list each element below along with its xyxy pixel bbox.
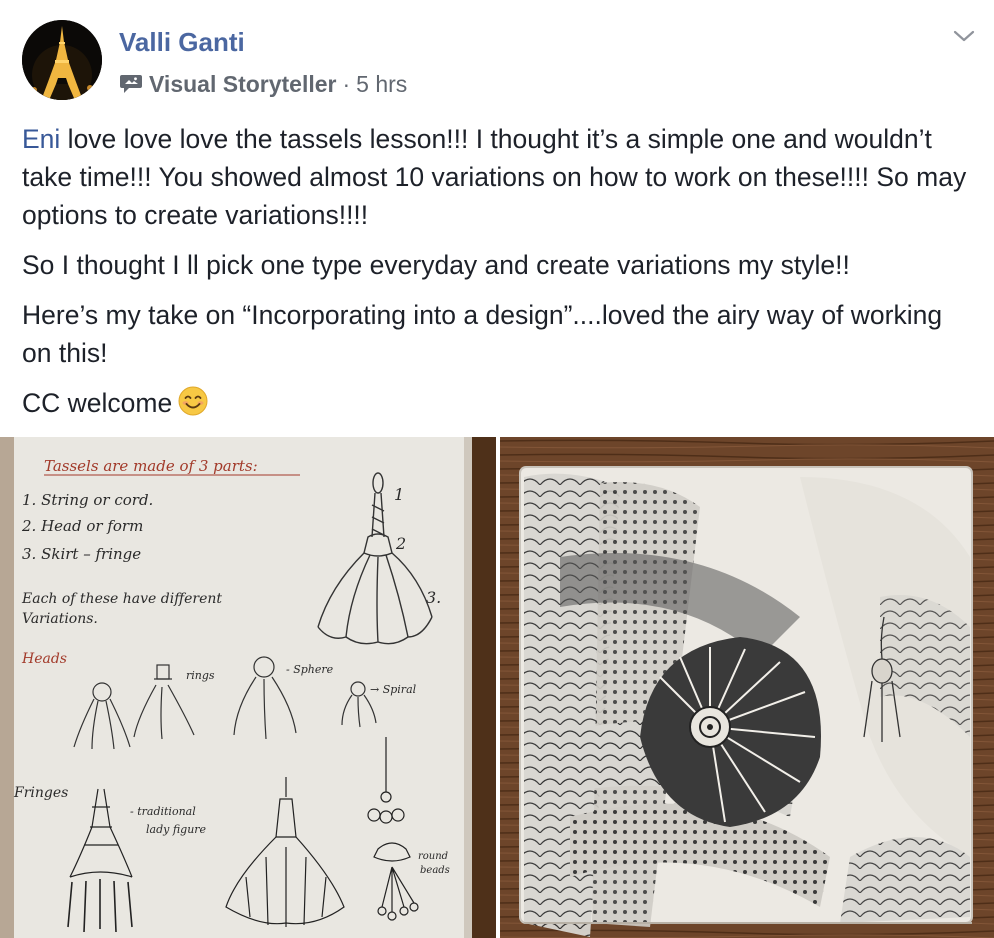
sketch-sphere-label: - Sphere (286, 663, 334, 676)
sketch-fringes-label: Fringes (13, 785, 68, 801)
photo-tassel-sketches[interactable]: Tassels are made of 3 parts: 1. String o… (0, 437, 496, 938)
sketchbook-page-image: Tassels are made of 3 parts: 1. String o… (0, 437, 496, 938)
smiling-face-icon (178, 386, 208, 426)
photo-zentangle-tile[interactable] (500, 437, 994, 938)
sketch-rings-label: rings (186, 669, 215, 682)
sketch-spiral-label: → Spiral (370, 683, 417, 696)
paragraph-text: love love love the tassels lesson!!! I t… (22, 124, 967, 230)
meta-separator: · (342, 70, 351, 97)
sketch-part-number: 2 (395, 534, 406, 553)
author-name[interactable]: Valli Ganti (119, 27, 245, 58)
speech-bubble-icon (120, 75, 142, 93)
eiffel-tower-avatar-image (22, 20, 102, 100)
sketch-traditional-label: lady figure (146, 823, 207, 836)
post-paragraph: Eni love love love the tassels lesson!!!… (22, 120, 977, 234)
sketch-round-label: round (418, 851, 448, 862)
sketch-list-item: 3. Skirt – fringe (22, 545, 141, 563)
group-link[interactable]: Visual Storyteller (149, 71, 337, 98)
post-meta: Visual Storyteller · 5 hrs (119, 68, 407, 100)
sketch-list-item: 1. String or cord. (22, 491, 153, 509)
post-paragraph: Here’s my take on “Incorporating into a … (22, 300, 943, 368)
sketch-note: Each of these have different (21, 591, 222, 607)
paragraph-text: CC welcome (22, 388, 173, 418)
sketch-round-label: beads (420, 865, 450, 876)
zentangle-tile-image (500, 437, 994, 938)
post-timestamp[interactable]: 5 hrs (356, 71, 407, 98)
post-body: Eni love love love the tassels lesson!!!… (22, 120, 977, 438)
mention-link[interactable]: Eni (22, 124, 60, 154)
post-paragraph: CC welcome (22, 384, 977, 426)
sketch-heading: Tassels are made of 3 parts: (44, 457, 258, 475)
sketch-traditional-label: - traditional (130, 805, 196, 818)
avatar[interactable] (22, 20, 102, 100)
sketch-note: Variations. (22, 611, 98, 627)
sketch-part-number: 1 (394, 485, 404, 504)
post-paragraph: So I thought I ll pick one type everyday… (22, 250, 850, 280)
sketch-heads-label: Heads (21, 651, 67, 667)
sketch-list-item: 2. Head or form (21, 517, 143, 535)
chevron-down-icon[interactable] (952, 28, 976, 44)
